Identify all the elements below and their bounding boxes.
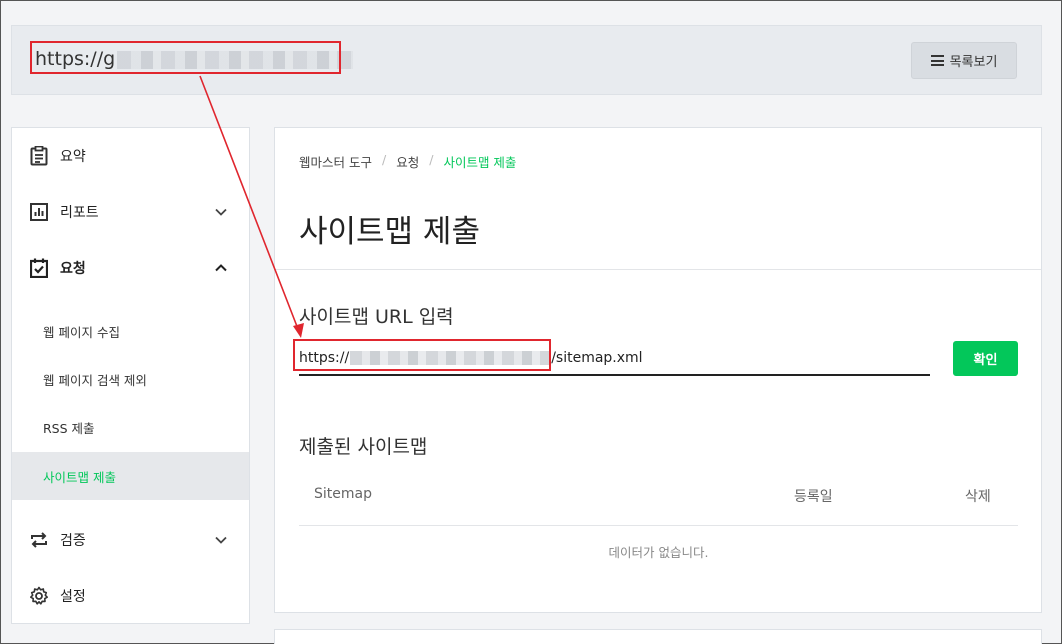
chevron-down-icon xyxy=(215,536,227,544)
sidebar-subitem-exclude[interactable]: 웹 페이지 검색 제외 xyxy=(12,355,249,403)
sidebar-item-settings[interactable]: 설정 xyxy=(12,568,249,624)
annotation-box-site-url xyxy=(30,41,341,74)
confirm-button[interactable]: 확인 xyxy=(953,341,1018,376)
sidebar-subitem-label: 웹 페이지 검색 제외 xyxy=(43,372,147,388)
url-input-suffix: /sitemap.xml xyxy=(551,350,643,366)
sidebar-item-verify[interactable]: 검증 xyxy=(12,512,249,568)
summary-icon xyxy=(29,146,49,166)
column-header-delete: 삭제 xyxy=(965,489,991,505)
sidebar-subitem-label: 웹 페이지 수집 xyxy=(43,324,120,340)
breadcrumb-item[interactable]: 웹마스터 도구 xyxy=(299,152,372,171)
list-view-label: 목록보기 xyxy=(949,55,998,70)
sidebar-item-request[interactable]: 요청 xyxy=(12,240,249,296)
report-icon xyxy=(29,202,49,222)
sidebar-item-label: 설정 xyxy=(60,589,86,605)
page-title: 사이트맵 제출 xyxy=(299,214,480,250)
breadcrumb-item[interactable]: 요청 xyxy=(396,152,419,171)
chevron-down-icon xyxy=(215,208,227,216)
list-view-button[interactable]: 목록보기 xyxy=(911,42,1017,79)
sidebar-item-summary[interactable]: 요약 xyxy=(12,128,249,184)
gear-icon xyxy=(29,586,49,606)
sidebar-item-label: 검증 xyxy=(60,533,86,549)
sidebar-item-label: 요약 xyxy=(60,149,86,165)
verify-icon xyxy=(29,530,49,550)
request-icon xyxy=(29,258,49,278)
sidebar-subitem-sitemap[interactable]: 사이트맵 제출 xyxy=(12,452,249,500)
chevron-up-icon xyxy=(215,264,227,272)
sidebar: 요약 리포트 요청 웹 페이지 수집 웹 페이지 검색 제외 RSS 제출 사이… xyxy=(11,127,250,624)
sitemap-url-section-title: 사이트맵 URL 입력 xyxy=(299,306,454,328)
annotation-box-input-url xyxy=(293,339,551,371)
empty-state-text: 데이터가 없습니다. xyxy=(608,545,709,560)
breadcrumb-current: 사이트맵 제출 xyxy=(443,155,517,170)
sidebar-item-label: 리포트 xyxy=(60,205,99,221)
sidebar-subitem-label: RSS 제출 xyxy=(43,420,95,436)
submitted-sitemaps-title: 제출된 사이트맵 xyxy=(299,436,428,458)
breadcrumb: 웹마스터 도구 / 요청 / 사이트맵 제출 xyxy=(299,152,517,171)
lower-panel xyxy=(274,629,1042,644)
divider xyxy=(275,269,1041,270)
sidebar-item-label: 요청 xyxy=(60,261,86,277)
column-header-sitemap: Sitemap xyxy=(314,486,372,502)
sidebar-item-report[interactable]: 리포트 xyxy=(12,184,249,240)
table-header: Sitemap 등록일 삭제 xyxy=(299,484,1018,526)
column-header-date: 등록일 xyxy=(794,489,833,505)
list-icon xyxy=(930,55,944,66)
sidebar-subitem-rss[interactable]: RSS 제출 xyxy=(12,403,249,451)
sidebar-subitem-crawl[interactable]: 웹 페이지 수집 xyxy=(12,307,249,355)
sidebar-subitem-label: 사이트맵 제출 xyxy=(43,469,116,485)
